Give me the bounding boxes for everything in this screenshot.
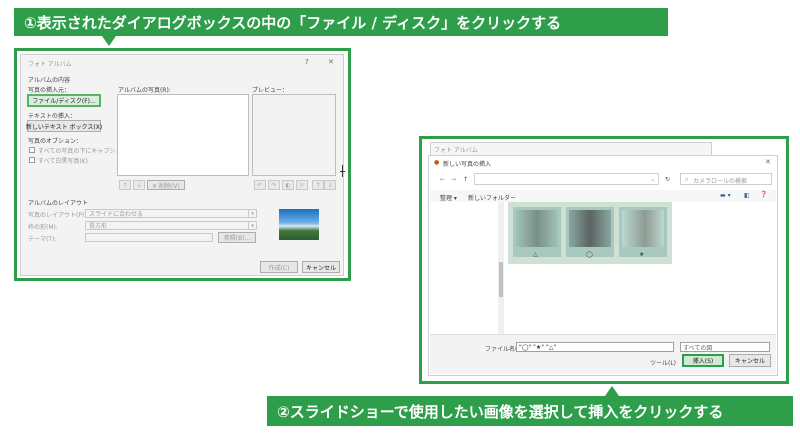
powerpoint-icon: ● xyxy=(434,159,440,166)
navigation-pane[interactable] xyxy=(430,202,500,334)
step2-text: ②スライドショーで使用したい画像を選択して挿入をクリックする xyxy=(277,402,724,421)
browse-button[interactable]: 参照(B)... xyxy=(218,232,256,243)
theme-input[interactable] xyxy=(85,233,213,242)
file-disk-button[interactable]: ファイル/ディスク(F)... xyxy=(27,94,101,107)
picture-layout-select[interactable]: スライドに合わせる ▾ xyxy=(85,209,257,218)
preview-label: プレビュー： xyxy=(252,87,289,94)
text-cursor-icon xyxy=(340,165,345,177)
image-thumbnail[interactable] xyxy=(619,207,667,257)
theme-label: テーマ(T): xyxy=(28,236,57,243)
chevron-down-icon[interactable]: ⌄ xyxy=(650,176,655,183)
chevron-down-icon: ▾ xyxy=(248,210,256,217)
album-layout-heading: アルバムのレイアウト xyxy=(28,200,88,207)
contrast-icon: ◐ xyxy=(282,180,294,190)
forward-arrow-icon[interactable]: → xyxy=(451,176,456,183)
help-icon[interactable]: ❓ xyxy=(760,191,767,198)
frame-shape-label: 枠の形(M): xyxy=(28,224,58,231)
insert-button-label: 挿入(S) xyxy=(692,358,714,365)
picture-layout-value: スライドに合わせる xyxy=(89,211,144,218)
organize-menu[interactable]: 整理 ▾ xyxy=(440,193,457,202)
back-arrow-icon[interactable]: ← xyxy=(440,176,445,183)
step1-text: ①表示されたダイアログボックスの中の「ファイル / ディスク」をクリックする xyxy=(24,13,562,32)
preview-pane-icon[interactable]: ◧ xyxy=(744,192,750,199)
filename-input[interactable]: "◯" "★" "△" xyxy=(516,342,674,352)
layout-preview-image xyxy=(279,209,319,240)
address-bar[interactable] xyxy=(474,173,659,185)
create-button[interactable]: 作成(C) xyxy=(260,261,298,273)
black-white-option-label: すべて白黒写真(K) xyxy=(38,158,88,165)
black-white-checkbox[interactable] xyxy=(29,157,35,163)
chevron-down-icon: ▾ xyxy=(248,222,256,229)
brightness-down-icon: ↓ xyxy=(324,180,336,190)
brightness-up-icon: ↑ xyxy=(312,180,324,190)
image-thumbnail[interactable] xyxy=(566,207,614,257)
cancel-button-2[interactable]: キャンセル xyxy=(729,354,771,367)
insert-text-label: テキストの挿入： xyxy=(28,113,76,120)
file-type-value: すべての図 xyxy=(683,344,713,352)
album-contents-heading: アルバムの内容 xyxy=(28,77,70,84)
thumbnail-caption-2: ◯ xyxy=(586,251,593,258)
frame-shape-value: 長方形 xyxy=(89,223,108,230)
refresh-icon[interactable]: ↻ xyxy=(665,176,670,183)
up-arrow-icon[interactable]: ↑ xyxy=(463,176,468,183)
pictures-in-album-list[interactable] xyxy=(117,94,249,176)
frame-shape-select[interactable]: 長方形 ▾ xyxy=(85,221,257,230)
tools-menu[interactable]: ツール(L) xyxy=(650,358,676,367)
remove-button[interactable]: ✕ 削除(V) xyxy=(147,180,185,190)
search-placeholder: カメラロールの検索 xyxy=(693,178,748,185)
pictures-in-album-label: アルバムの写真(R): xyxy=(118,87,171,94)
filename-value: "◯" "★" "△" xyxy=(519,343,557,351)
behind-dialog-title: フォト アルバム xyxy=(434,147,478,154)
new-folder-button[interactable]: 新しいフォルダー xyxy=(468,193,516,202)
thumbnail-caption-3: ★ xyxy=(639,251,645,258)
image-thumbnail[interactable] xyxy=(513,207,561,257)
thumbnail-caption-1: △ xyxy=(533,251,538,258)
new-textbox-button[interactable]: 新しいテキスト ボックス(X) xyxy=(26,120,102,132)
preview-pane xyxy=(252,94,336,176)
view-options-icon[interactable]: ▬ ▾ xyxy=(720,192,731,199)
insert-picture-from-label: 写真の挿入元： xyxy=(28,87,71,94)
step2-callout: ②スライドショーで使用したい画像を選択して挿入をクリックする xyxy=(267,386,793,426)
brightness-icon: ☼ xyxy=(296,180,308,190)
rotate-left-icon: ↶ xyxy=(254,180,266,190)
insert-button[interactable]: 挿入(S) xyxy=(682,354,724,367)
captions-checkbox[interactable] xyxy=(29,147,35,153)
search-box[interactable]: ⌕ カメラロールの検索 xyxy=(680,173,772,185)
picture-options-label: 写真のオプション： xyxy=(28,138,83,145)
close-icon[interactable]: ✕ xyxy=(765,158,771,166)
nav-scrollbar[interactable] xyxy=(498,202,504,334)
help-icon[interactable]: ? xyxy=(305,58,309,66)
step1-callout: ①表示されたダイアログボックスの中の「ファイル / ディスク」をクリックする xyxy=(14,8,668,46)
close-icon[interactable]: ✕ xyxy=(328,58,334,66)
dialog-footer xyxy=(430,334,776,374)
move-down-icon: ↓ xyxy=(133,180,145,190)
rotate-right-icon: ↷ xyxy=(268,180,280,190)
move-up-icon: ↑ xyxy=(119,180,131,190)
search-icon: ⌕ xyxy=(685,176,689,183)
file-type-select[interactable]: すべての図 xyxy=(680,342,770,352)
cancel-button[interactable]: キャンセル xyxy=(302,261,340,273)
dialog1-title: フォト アルバム xyxy=(28,61,72,68)
picture-layout-label: 写真のレイアウト(P): xyxy=(28,212,87,219)
dialog2-title: 新しい写真の挿入 xyxy=(443,161,492,168)
